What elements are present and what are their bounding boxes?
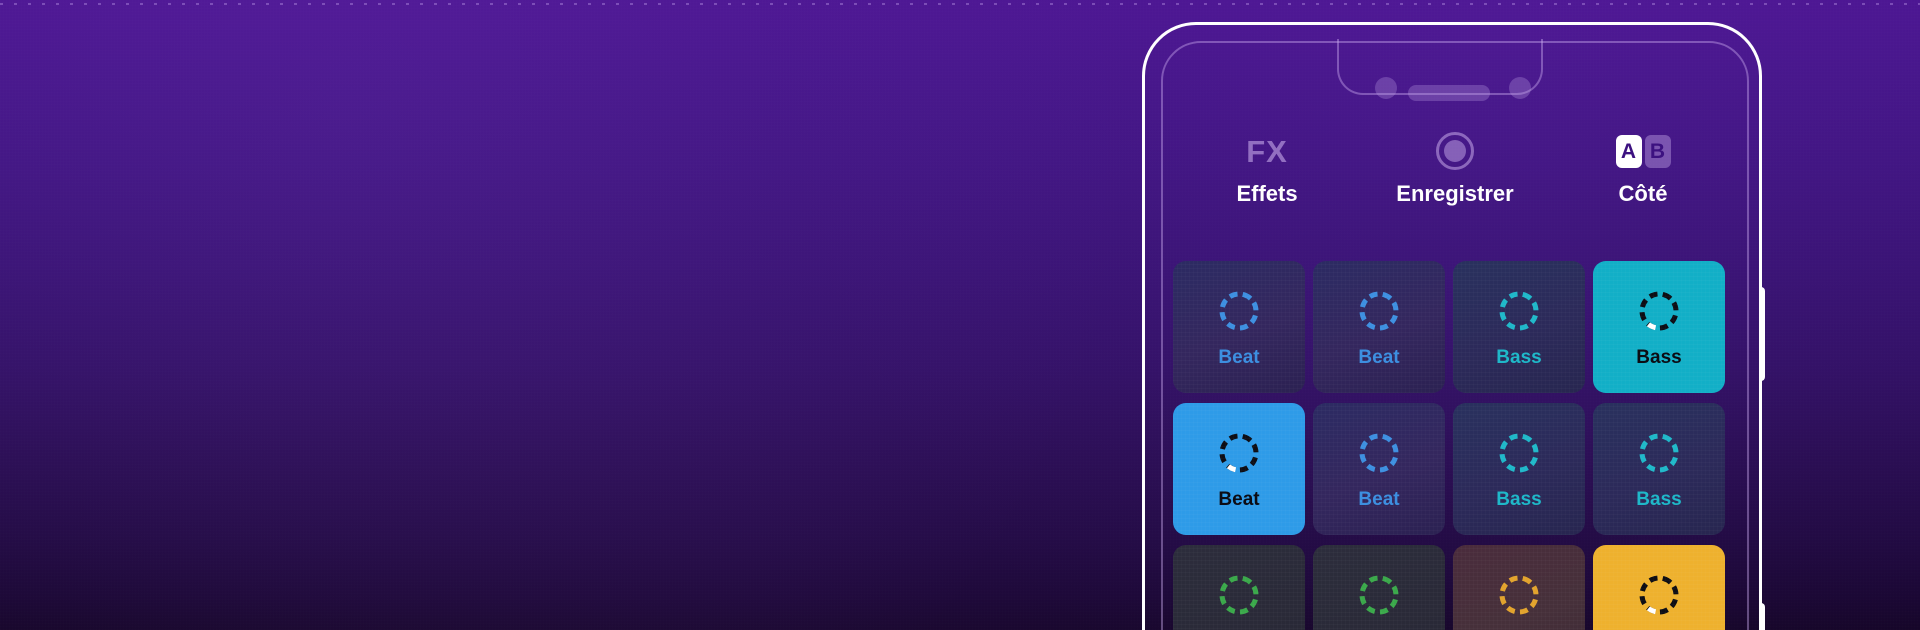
loop-progress-ring-icon	[1636, 288, 1682, 334]
loop-pad[interactable]: Bass	[1453, 261, 1585, 393]
loop-progress-ring-icon	[1356, 430, 1402, 476]
loop-progress-ring-icon	[1636, 572, 1682, 618]
loop-pad[interactable]: Choir	[1593, 545, 1725, 630]
toolbar-label-record: Enregistrer	[1396, 181, 1514, 206]
loop-progress-ring-icon	[1496, 288, 1542, 334]
loop-pad-label: Beat	[1358, 346, 1400, 368]
loop-pad-label: Bass	[1636, 346, 1682, 368]
fx-icon-text: FX	[1246, 133, 1288, 169]
loop-pad[interactable]: Beat	[1313, 261, 1445, 393]
loop-pad[interactable]: Lead	[1173, 545, 1305, 630]
loop-progress-ring-icon	[1496, 572, 1542, 618]
volume-button[interactable]	[1759, 287, 1765, 381]
loop-pad[interactable]: Choir	[1453, 545, 1585, 630]
loop-pad-grid: Beat Beat Bass Bass Beat Beat Bass Bass	[1173, 261, 1737, 630]
power-button[interactable]	[1759, 603, 1765, 630]
phone-device-frame: FX Effets Enregistrer A B Côté Beat Beat…	[1142, 22, 1765, 630]
ab-toggle-option-b[interactable]: B	[1644, 134, 1671, 168]
toolbar-item-record[interactable]: Enregistrer	[1380, 131, 1530, 205]
loop-pad[interactable]: Bass	[1453, 403, 1585, 535]
loop-pad[interactable]: Beat	[1173, 403, 1305, 535]
ab-toggle-option-a[interactable]: A	[1615, 134, 1642, 168]
app-screen: FX Effets Enregistrer A B Côté Beat Beat…	[1173, 53, 1737, 630]
loop-progress-ring-icon	[1216, 430, 1262, 476]
toolbar-label-side: Côté	[1618, 181, 1668, 206]
loop-pad[interactable]: Lead	[1313, 545, 1445, 630]
loop-progress-ring-icon	[1496, 430, 1542, 476]
toolbar-item-effects[interactable]: FX Effets	[1192, 131, 1342, 205]
screenshot-stage: FX Effets Enregistrer A B Côté Beat Beat…	[0, 0, 1920, 630]
loop-progress-ring-icon	[1636, 430, 1682, 476]
app-toolbar: FX Effets Enregistrer A B Côté	[1173, 131, 1737, 205]
loop-pad-label: Beat	[1358, 488, 1400, 510]
loop-pad[interactable]: Bass	[1593, 261, 1725, 393]
loop-pad-label: Beat	[1218, 488, 1260, 510]
loop-pad-label: Beat	[1218, 346, 1260, 368]
record-icon-ring	[1436, 132, 1474, 170]
fx-icon: FX	[1246, 131, 1288, 171]
loop-pad[interactable]: Beat	[1173, 261, 1305, 393]
ab-toggle-icon[interactable]: A B	[1615, 131, 1671, 171]
loop-progress-ring-icon	[1216, 288, 1262, 334]
toolbar-label-effects: Effets	[1236, 181, 1298, 206]
loop-progress-ring-icon	[1356, 288, 1402, 334]
ab-toggle[interactable]: A B	[1615, 134, 1671, 168]
loop-pad-label: Bass	[1496, 346, 1542, 368]
loop-pad[interactable]: Bass	[1593, 403, 1725, 535]
loop-pad-label: Bass	[1636, 488, 1682, 510]
top-dotted-rule	[0, 3, 1920, 5]
toolbar-item-side[interactable]: A B Côté	[1568, 131, 1718, 205]
record-icon	[1436, 131, 1474, 171]
loop-progress-ring-icon	[1216, 572, 1262, 618]
loop-pad-label: Bass	[1496, 488, 1542, 510]
record-icon-dot	[1444, 140, 1466, 162]
loop-pad[interactable]: Beat	[1313, 403, 1445, 535]
loop-progress-ring-icon	[1356, 572, 1402, 618]
